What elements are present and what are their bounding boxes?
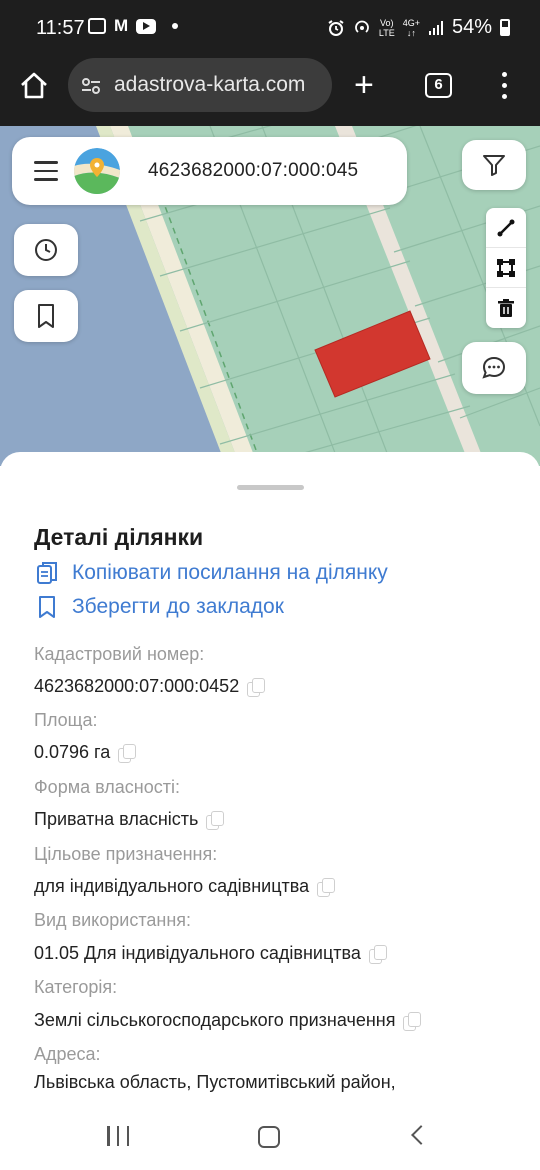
measure-line-tool[interactable] <box>486 208 526 248</box>
signal-icon <box>428 20 443 35</box>
filter-icon <box>483 155 505 176</box>
battery-percent: 54% <box>451 16 492 38</box>
app-logo <box>74 148 120 194</box>
polygon-icon <box>497 258 515 277</box>
recent-apps-button[interactable] <box>107 1126 129 1146</box>
cadastral-number-label: Кадастровий номер: <box>34 644 205 664</box>
filter-button[interactable] <box>462 140 526 190</box>
parcel-details-sheet[interactable]: Деталі ділянки Копіювати посилання на ді… <box>0 452 540 1102</box>
url-text[interactable]: adastrova-karta.com <box>114 73 305 97</box>
copy-icon[interactable] <box>368 944 387 964</box>
delete-drawing-tool[interactable] <box>486 288 526 328</box>
save-bookmark-button[interactable]: Зберегти до закладок <box>34 594 284 620</box>
copy-link-button[interactable]: Копіювати посилання на ділянку <box>34 560 388 586</box>
copy-icon[interactable] <box>206 810 225 830</box>
clock-icon <box>35 239 57 261</box>
copy-icon[interactable] <box>118 743 137 763</box>
history-button[interactable] <box>14 224 78 276</box>
line-icon <box>497 219 515 236</box>
sheet-drag-handle[interactable] <box>237 485 304 490</box>
chat-icon <box>482 356 506 379</box>
system-navigation-bar <box>0 1102 540 1170</box>
purpose-label: Цільове призначення: <box>34 844 218 864</box>
bookmarks-button[interactable] <box>14 290 78 342</box>
copy-link-label[interactable]: Копіювати посилання на ділянку <box>72 561 388 585</box>
address-bar[interactable]: adastrova-karta.com <box>68 58 332 112</box>
address-label: Адреса: <box>34 1044 101 1064</box>
home-nav-button[interactable] <box>258 1126 280 1148</box>
copy-link-icon <box>37 562 57 584</box>
chat-button[interactable] <box>462 342 526 394</box>
system-icons: Vo) LTE 4G+ ↓↑ 54% <box>327 16 510 39</box>
trash-icon <box>498 299 514 317</box>
search-card[interactable]: 4623682000:07:000:045 <box>12 137 407 205</box>
ownership-value: Приватна власність <box>34 809 225 830</box>
gmail-icon: M <box>114 16 129 35</box>
save-bookmark-label[interactable]: Зберегти до закладок <box>72 595 284 619</box>
alarm-icon <box>328 19 344 36</box>
cadastral-number-value: 4623682000:07:000:0452 <box>34 676 266 697</box>
site-settings-icon[interactable] <box>80 75 102 97</box>
ownership-label: Форма власності: <box>34 777 180 797</box>
status-time: 11:57 <box>36 17 85 39</box>
bookmark-icon <box>38 304 54 328</box>
status-bar: 11:57 M Vo) LTE 4G+ ↓↑ 54% <box>0 0 540 58</box>
gallery-icon <box>88 18 106 34</box>
measure-area-tool[interactable] <box>486 248 526 288</box>
tab-switcher-button[interactable]: 6 <box>425 73 452 98</box>
volte-indicator: Vo) LTE <box>378 17 395 38</box>
usage-label: Вид використання: <box>34 910 192 930</box>
data-indicator: 4G+ ↓↑ <box>402 17 420 38</box>
area-label: Площа: <box>34 710 98 730</box>
more-notifications-icon <box>172 23 179 29</box>
home-button[interactable] <box>18 70 50 102</box>
new-tab-button[interactable]: + <box>354 68 374 102</box>
selected-parcel <box>314 310 431 398</box>
category-label: Категорія: <box>34 977 118 997</box>
battery-icon <box>500 19 510 36</box>
sheet-title: Деталі ділянки <box>34 524 204 550</box>
back-button[interactable] <box>411 1125 431 1145</box>
bookmark-icon <box>39 596 55 618</box>
usage-value: 01.05 Для індивідуального садівництва <box>34 943 387 964</box>
browser-menu-button[interactable] <box>502 72 508 100</box>
youtube-icon <box>136 18 157 34</box>
purpose-value: для індивідуального садівництва <box>34 876 336 897</box>
drawing-tools <box>486 208 526 328</box>
copy-icon[interactable] <box>403 1011 422 1031</box>
category-value: Землі сільськогосподарського призначення <box>34 1010 422 1031</box>
notification-icons: M <box>88 16 179 35</box>
address-value: Львівська область, Пустомитівський район… <box>34 1072 396 1092</box>
browser-toolbar: adastrova-karta.com + 6 <box>0 58 540 126</box>
hamburger-menu-icon[interactable] <box>34 161 58 181</box>
copy-icon[interactable] <box>317 877 336 897</box>
hotspot-icon <box>355 20 369 33</box>
copy-icon[interactable] <box>247 677 266 697</box>
search-input[interactable]: 4623682000:07:000:045 <box>148 160 358 182</box>
area-value: 0.0796 га <box>34 742 137 763</box>
